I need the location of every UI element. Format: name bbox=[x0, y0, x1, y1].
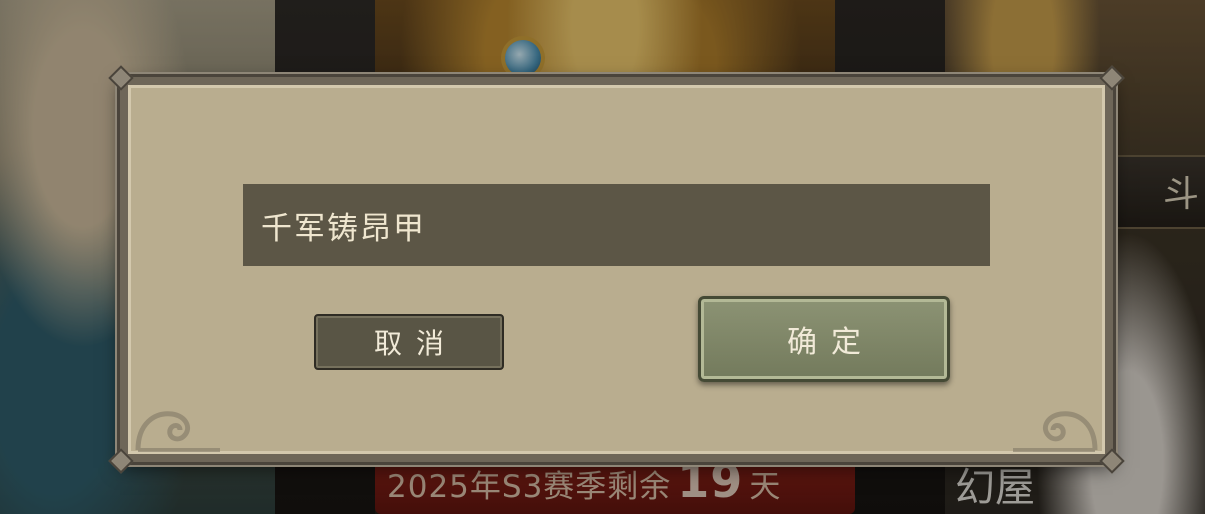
cloud-scroll-icon bbox=[135, 411, 220, 452]
rename-dialog: 取消 确定 bbox=[108, 65, 1125, 474]
confirm-button[interactable]: 确定 bbox=[698, 296, 950, 382]
name-input[interactable] bbox=[243, 184, 990, 266]
cloud-scroll-icon bbox=[1013, 411, 1098, 452]
cancel-button[interactable]: 取消 bbox=[314, 314, 504, 370]
